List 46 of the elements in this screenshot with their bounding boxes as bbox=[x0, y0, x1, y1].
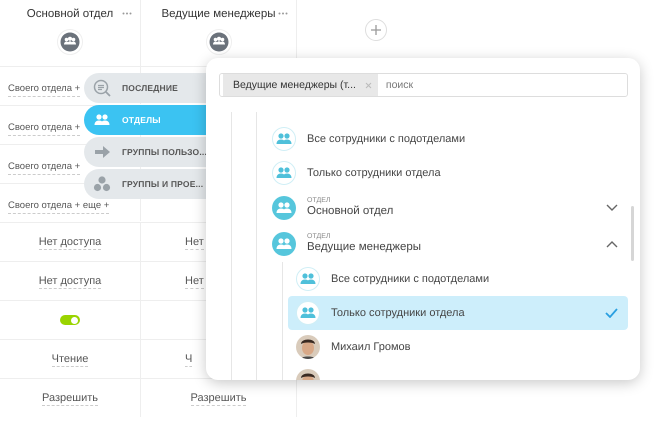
group-icon[interactable] bbox=[57, 29, 83, 55]
people-icon bbox=[272, 127, 296, 151]
access-link[interactable]: Нет bbox=[185, 274, 204, 288]
person-name: Михаил Громов bbox=[331, 341, 411, 353]
more-icon[interactable] bbox=[122, 12, 132, 15]
option-row[interactable]: Только сотрудники отдела bbox=[257, 156, 628, 190]
access-link[interactable]: Своего отдела + bbox=[8, 121, 80, 136]
department-name: Основной отдел bbox=[307, 204, 394, 218]
people-icon bbox=[296, 301, 320, 325]
access-link[interactable]: Ч bbox=[185, 352, 192, 366]
chevron-icon[interactable] bbox=[606, 204, 618, 212]
option-label: Все сотрудники с подотделами bbox=[307, 133, 466, 145]
more-icon[interactable] bbox=[278, 12, 288, 15]
access-link[interactable]: Нет доступа bbox=[38, 234, 102, 250]
access-link[interactable]: Своего отдела + bbox=[8, 160, 80, 175]
department-icon bbox=[272, 232, 296, 256]
search-icon bbox=[92, 78, 112, 98]
access-link[interactable]: Своего отдела + bbox=[8, 82, 80, 97]
people-icon bbox=[272, 161, 296, 185]
option-row[interactable]: Все сотрудники с подотделами bbox=[288, 262, 628, 296]
close-icon[interactable] bbox=[364, 82, 372, 88]
plus-icon bbox=[371, 25, 381, 35]
add-button[interactable] bbox=[365, 19, 387, 41]
department-icon bbox=[272, 196, 296, 220]
check-icon bbox=[605, 308, 618, 318]
access-link[interactable]: Нет bbox=[185, 234, 204, 250]
column-title: Ведущие менеджеры bbox=[161, 8, 276, 20]
option-row[interactable]: Только сотрудники отдела bbox=[288, 296, 628, 330]
access-link[interactable]: Разрешить bbox=[190, 390, 246, 406]
scrollbar[interactable] bbox=[631, 206, 634, 261]
access-link[interactable]: Разрешить bbox=[42, 390, 98, 406]
access-link[interactable]: Чтение bbox=[52, 352, 88, 366]
access-link[interactable]: Нет доступа bbox=[38, 274, 102, 288]
group-icon[interactable] bbox=[206, 29, 232, 55]
option-label: Только сотрудники отдела bbox=[307, 167, 441, 179]
people-icon bbox=[296, 267, 320, 291]
option-row[interactable]: Все сотрудники с подотделами bbox=[257, 122, 628, 156]
option-label: Только сотрудники отдела bbox=[331, 307, 465, 319]
chip-label: Ведущие менеджеры (т... bbox=[233, 79, 356, 91]
circles-icon bbox=[92, 174, 112, 194]
chevron-icon[interactable] bbox=[606, 240, 618, 248]
toggle-switch[interactable] bbox=[60, 315, 80, 325]
column-title: Основной отдел bbox=[26, 8, 114, 20]
option-label: Все сотрудники с подотделами bbox=[331, 273, 490, 285]
department-name: Ведущие менеджеры bbox=[307, 240, 422, 254]
person-row[interactable]: Михаил Громов bbox=[288, 330, 628, 364]
